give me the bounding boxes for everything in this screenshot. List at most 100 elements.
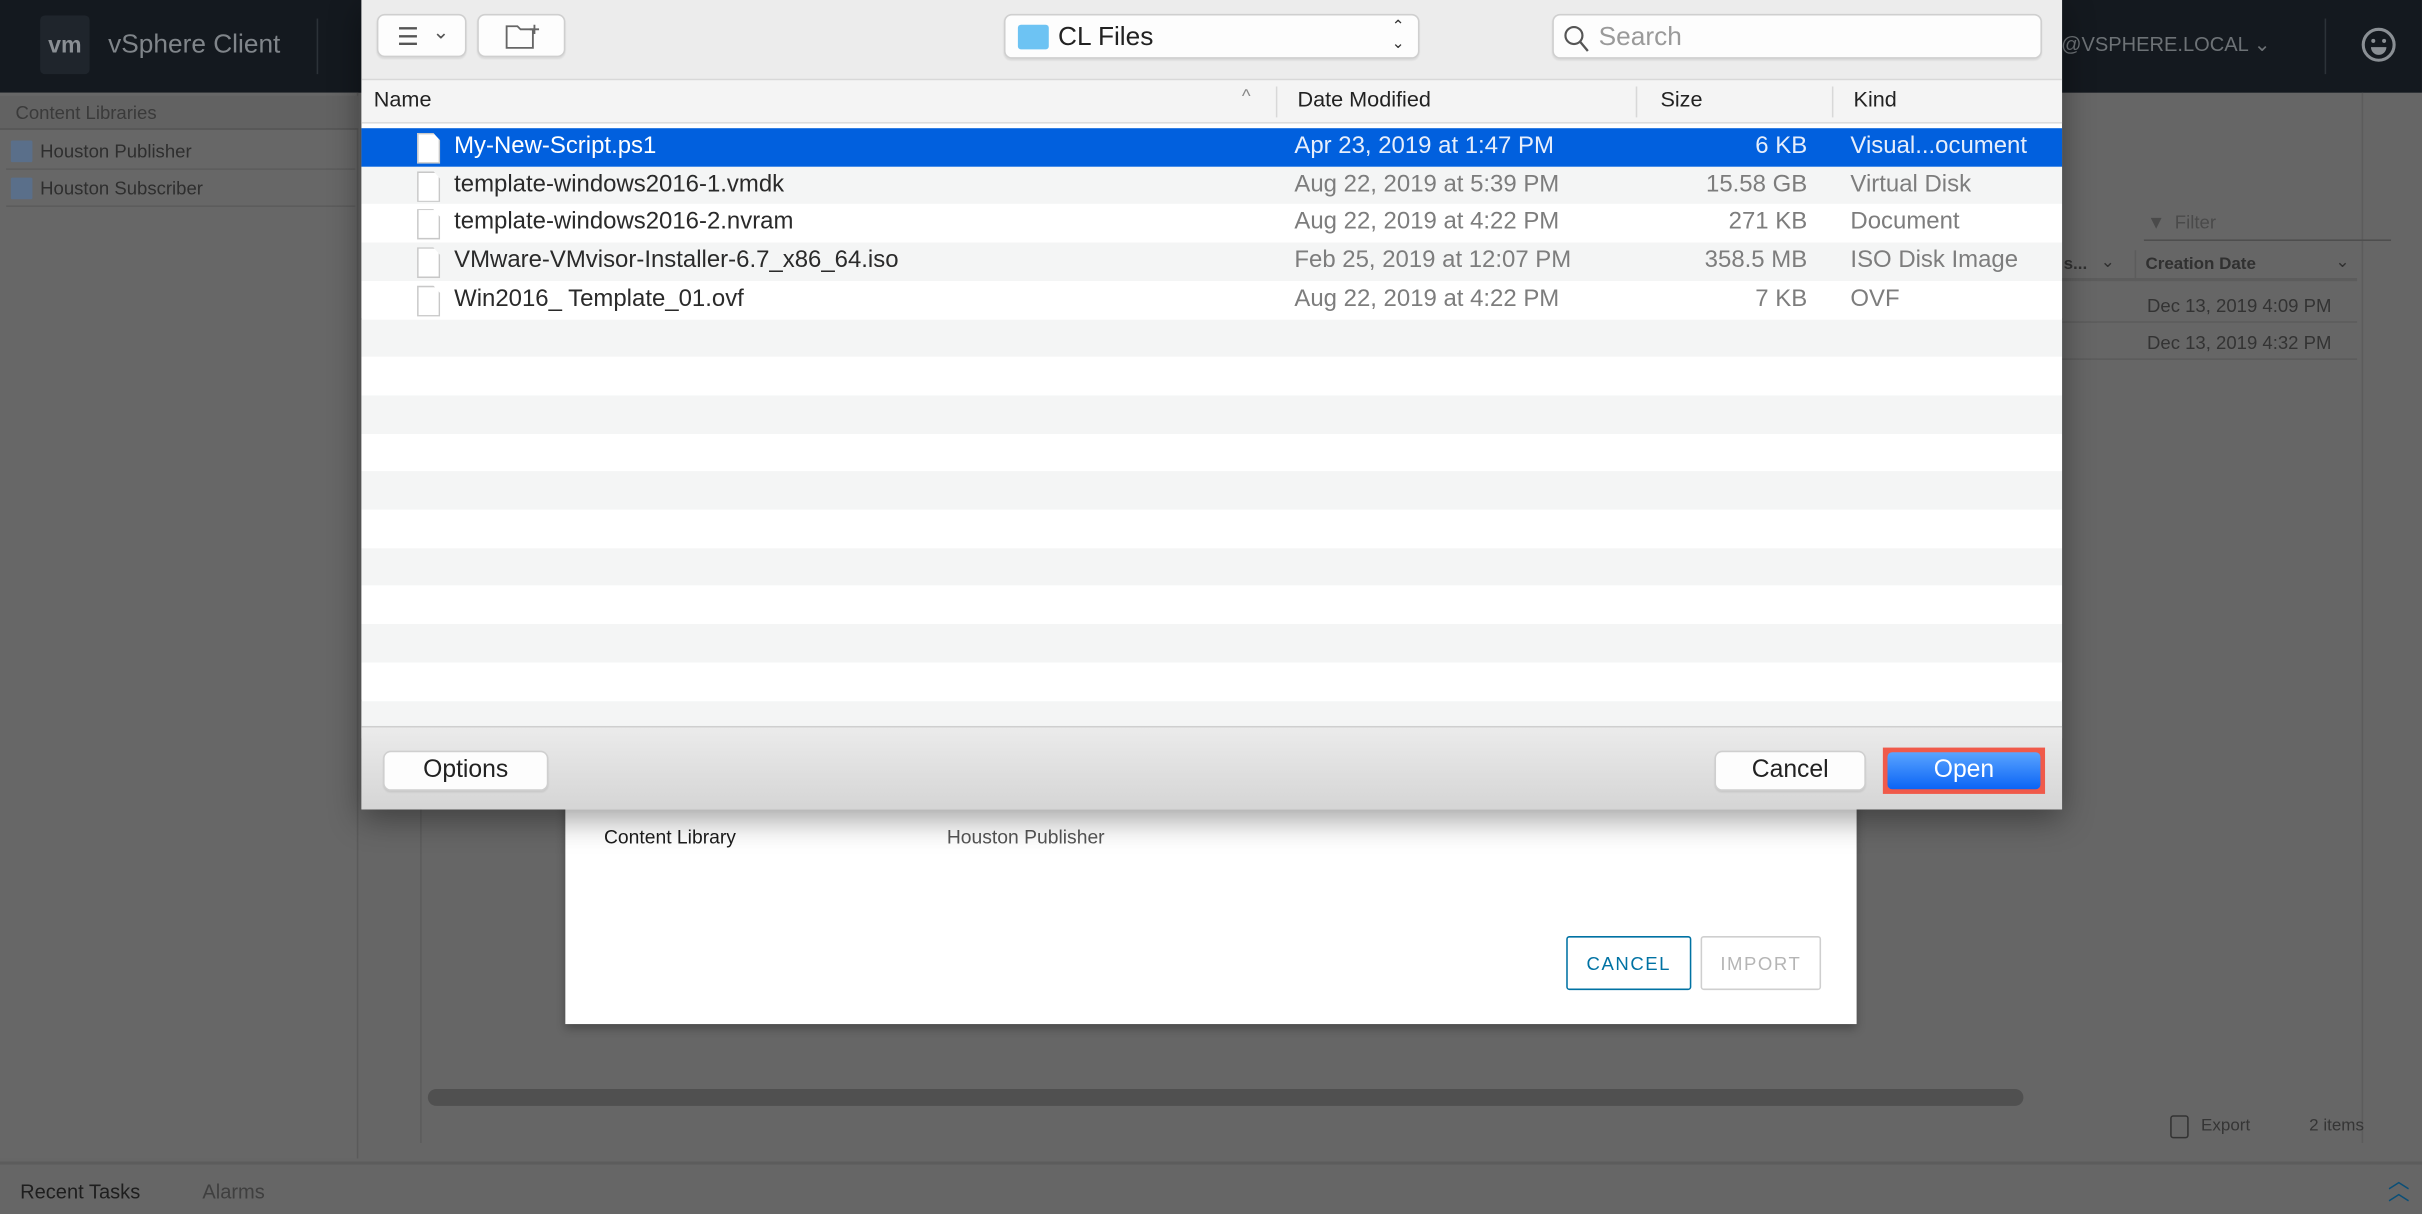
sidebar-item-houston-publisher[interactable]: Houston Publisher (6, 134, 356, 170)
smiley-icon[interactable] (2360, 26, 2397, 63)
file-row[interactable]: VMware-VMvisor-Installer-6.7_x86_64.iso … (361, 242, 2063, 281)
file-kind: Visual...ocument (1850, 132, 2027, 160)
cancel-button[interactable]: Cancel (1714, 750, 1866, 791)
table-row[interactable]: Dec 13, 2019 4:32 PM (2060, 323, 2358, 360)
column-size[interactable]: Size (1660, 86, 1702, 111)
disk-image-icon (417, 247, 441, 279)
file-name: Win2016_ Template_01.ovf (454, 285, 744, 312)
dialog-footer: Options Cancel Open (361, 725, 2063, 810)
content-library-value: Houston Publisher (946, 826, 1105, 848)
empty-row (361, 357, 2063, 396)
tab-alarms[interactable]: Alarms (202, 1180, 264, 1203)
file-size: 271 KB (1728, 209, 1808, 236)
sidebar (0, 92, 359, 1159)
file-row[interactable]: Win2016_ Template_01.ovf Aug 22, 2019 at… (361, 280, 2063, 319)
file-size: 358.5 MB (1704, 247, 1808, 274)
up-down-chevron-icon: ⌃ ⌄ (1391, 18, 1405, 53)
sort-ascending-icon[interactable]: ^ (1242, 85, 1251, 107)
options-button[interactable]: Options (383, 750, 549, 791)
divider (1275, 86, 1278, 118)
divider (2324, 18, 2327, 75)
powershell-file-icon (417, 132, 441, 164)
document-file-icon (417, 209, 441, 241)
filter-icon: ▼ (2146, 211, 2166, 234)
file-size: 7 KB (1755, 285, 1808, 312)
column-header-creation-date[interactable]: Creation Date (2145, 255, 2255, 274)
file-open-dialog: ☰ ⌄ CL Files ⌃ ⌄ Search Name ^ Date Modif… (361, 0, 2063, 810)
sidebar-item-houston-subscriber[interactable]: Houston Subscriber (6, 171, 356, 207)
horizontal-scrollbar[interactable] (427, 1088, 2024, 1106)
divider (1831, 86, 1834, 118)
divider (2134, 250, 2137, 282)
sidebar-item-label: Houston Publisher (40, 140, 192, 163)
divider (316, 18, 319, 75)
user-name: @VSPHERE.LOCAL (2061, 32, 2249, 56)
column-header[interactable]: s... (2064, 255, 2088, 274)
file-date: Aug 22, 2019 at 4:22 PM (1294, 209, 1560, 236)
vmware-logo: vm (40, 15, 90, 75)
open-button[interactable]: Open (1887, 752, 2041, 790)
modal-cancel-button[interactable]: CANCEL (1566, 936, 1692, 991)
chevron-down-icon: ⌄ (432, 20, 450, 44)
chevron-down-icon[interactable]: ⌄ (2101, 252, 2115, 272)
file-date: Apr 23, 2019 at 1:47 PM (1294, 132, 1554, 160)
filter-input[interactable]: ▼ Filter (2143, 207, 2392, 241)
file-row[interactable]: My-New-Script.ps1 Apr 23, 2019 at 1:47 P… (361, 128, 2063, 167)
filter-placeholder: Filter (2174, 211, 2216, 234)
column-kind[interactable]: Kind (1854, 86, 1897, 111)
list-view-icon: ☰ (396, 24, 420, 51)
file-kind: Document (1850, 209, 1960, 236)
view-options-button[interactable]: ☰ ⌄ (376, 13, 467, 58)
file-date: Feb 25, 2019 at 12:07 PM (1294, 247, 1572, 274)
empty-row (361, 547, 2063, 586)
export-button[interactable]: Export (2201, 1117, 2250, 1136)
column-name[interactable]: Name (374, 86, 432, 111)
location-label: CL Files (1058, 21, 1154, 51)
empty-row (361, 509, 2063, 548)
new-folder-button[interactable] (477, 13, 566, 58)
app-title: vSphere Client (108, 29, 281, 59)
search-input[interactable]: Search (1552, 13, 2042, 59)
location-dropdown[interactable]: CL Files ⌃ ⌄ (1003, 13, 1420, 59)
file-name: template-windows2016-2.nvram (454, 209, 794, 236)
divider (1635, 86, 1638, 118)
folder-icon (1017, 24, 1049, 50)
file-name: VMware-VMvisor-Installer-6.7_x86_64.iso (454, 247, 899, 274)
file-date: Aug 22, 2019 at 5:39 PM (1294, 170, 1560, 198)
subscriber-library-icon (10, 177, 33, 200)
sidebar-header: Content Libraries (0, 95, 359, 130)
tab-recent-tasks[interactable]: Recent Tasks (20, 1180, 140, 1203)
file-row[interactable]: template-windows2016-2.nvram Aug 22, 201… (361, 204, 2063, 243)
file-kind: OVF (1850, 285, 1900, 312)
table-row[interactable]: Dec 13, 2019 4:09 PM (2060, 286, 2358, 323)
file-size: 15.58 GB (1706, 170, 1808, 198)
item-count: 2 items (2309, 1116, 2364, 1136)
file-size: 6 KB (1755, 132, 1808, 160)
expand-chevrons-icon[interactable]: ︿ ︿ (2388, 1169, 2410, 1203)
new-folder-icon (505, 24, 540, 49)
empty-row (361, 624, 2063, 663)
empty-row (361, 433, 2063, 472)
file-date: Aug 22, 2019 at 4:22 PM (1294, 285, 1560, 312)
file-kind: Virtual Disk (1850, 170, 1972, 198)
column-date-modified[interactable]: Date Modified (1297, 86, 1430, 111)
vmdk-file-icon (417, 170, 441, 202)
empty-row (361, 318, 2063, 358)
empty-row (361, 471, 2063, 510)
search-placeholder: Search (1598, 21, 1682, 51)
file-kind: ISO Disk Image (1850, 247, 2019, 274)
content-library-label: Content Library (603, 826, 736, 848)
document-file-icon (417, 285, 441, 317)
export-icon[interactable] (2170, 1115, 2189, 1139)
sidebar-item-label: Houston Subscriber (40, 177, 203, 200)
user-menu[interactable]: @VSPHERE.LOCAL ⌄ (2061, 32, 2270, 57)
file-name: My-New-Script.ps1 (454, 132, 657, 160)
column-headers: Name ^ Date Modified Size Kind (361, 80, 2063, 124)
file-name: template-windows2016-1.vmdk (454, 170, 785, 198)
file-row[interactable]: template-windows2016-1.vmdk Aug 22, 2019… (361, 166, 2063, 205)
modal-import-button[interactable]: IMPORT (1700, 936, 1822, 991)
grid-header: s... ⌄ Creation Date ⌄ (2060, 250, 2358, 282)
bottom-bar (0, 1161, 2422, 1214)
search-icon (1564, 25, 1589, 52)
chevron-down-icon[interactable]: ⌄ (2335, 252, 2349, 272)
